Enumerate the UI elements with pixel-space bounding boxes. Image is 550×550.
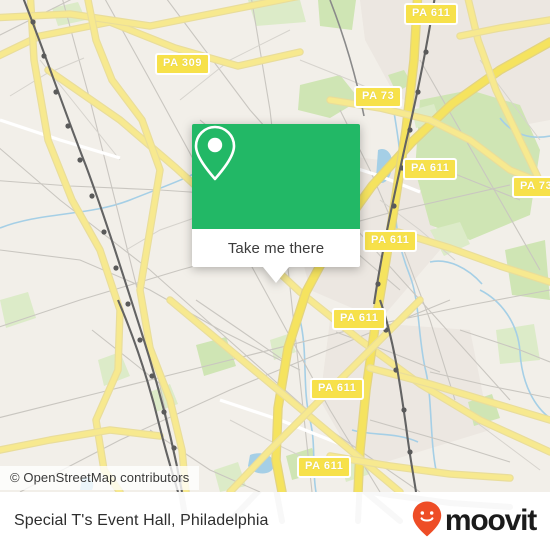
road-shield: PA 611 — [297, 456, 352, 478]
road-shield: PA 611 — [363, 230, 418, 252]
popup-cta-panel[interactable]: Take me there — [192, 229, 360, 267]
moovit-wordmark: moovit — [444, 504, 537, 537]
moovit-smiley-pin-icon — [412, 501, 442, 542]
map-screenshot: .bg { fill:#f2efe9; } .park { fill:#cfe5… — [0, 0, 550, 550]
map-attribution[interactable]: © OpenStreetMap contributors — [0, 466, 200, 490]
moovit-logo[interactable]: moovit — [412, 501, 537, 542]
popup-pointer — [263, 267, 289, 283]
road-shield: PA 611 — [404, 3, 459, 25]
road-shield: PA 611 — [332, 308, 387, 330]
take-me-there-popup[interactable]: Take me there — [192, 124, 360, 283]
road-shield: PA 611 — [310, 378, 365, 400]
place-title: Special T's Event Hall, Philadelphia — [14, 512, 269, 529]
road-shield: PA 73 — [354, 86, 403, 108]
popup-icon-panel — [192, 124, 360, 229]
road-shield: PA 73 — [512, 176, 550, 198]
footer-bar: Special T's Event Hall, Philadelphia moo… — [0, 492, 550, 550]
take-me-there-label: Take me there — [227, 239, 325, 257]
road-shield: PA 611 — [403, 158, 458, 180]
road-shield: PA 309 — [155, 53, 211, 75]
map-canvas[interactable]: .bg { fill:#f2efe9; } .park { fill:#cfe5… — [0, 0, 550, 492]
